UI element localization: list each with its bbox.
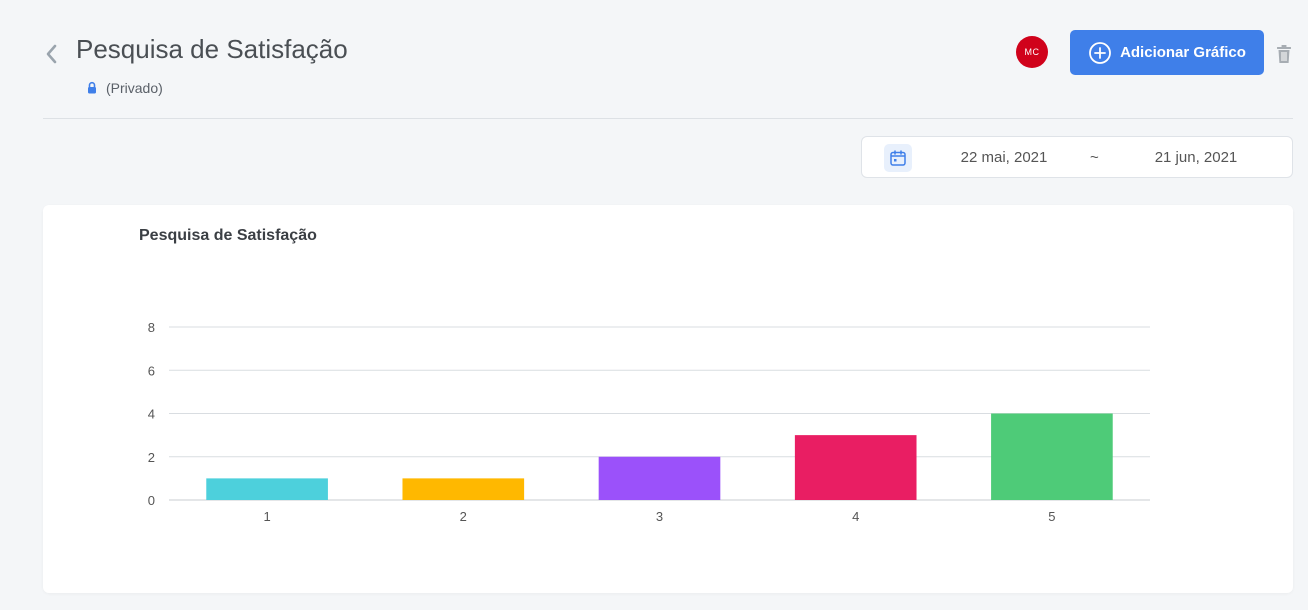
y-tick-label: 0 (148, 493, 155, 508)
bar (991, 413, 1113, 500)
date-end[interactable]: 21 jun, 2021 (1146, 149, 1246, 166)
y-tick-label: 2 (148, 450, 155, 465)
date-separator: ~ (1090, 149, 1099, 166)
x-tick-label: 2 (460, 509, 467, 524)
bar (794, 435, 917, 500)
x-tick-label: 5 (1048, 509, 1055, 524)
y-tick-label: 6 (148, 363, 155, 378)
bar-chart: 0 2 4 6 8 1 2 3 4 5 (148, 320, 1150, 524)
calendar-icon[interactable] (884, 144, 912, 172)
y-tick-label: 8 (148, 320, 155, 335)
bar (598, 456, 721, 500)
date-range-picker[interactable]: 22 mai, 2021 ~ 21 jun, 2021 (861, 136, 1293, 178)
x-tick-label: 3 (656, 509, 663, 524)
header-divider (43, 118, 1293, 119)
chart-card: Pesquisa de Satisfação 0246812345 (43, 205, 1293, 593)
add-chart-label: Adicionar Gráfico (1120, 44, 1246, 61)
page-title: Pesquisa de Satisfação (76, 34, 348, 64)
privacy-label: (Privado) (106, 80, 163, 96)
bar (206, 478, 328, 500)
trash-icon[interactable] (1276, 44, 1292, 64)
plus-circle-icon (1088, 41, 1112, 65)
x-tick-label: 1 (263, 509, 270, 524)
bar (402, 478, 525, 500)
date-start[interactable]: 22 mai, 2021 (954, 149, 1054, 166)
lock-icon (86, 81, 98, 95)
x-tick-label: 4 (852, 509, 859, 524)
page-header: Pesquisa de Satisfação (Privado) MC Adic… (0, 0, 1308, 118)
add-chart-button[interactable]: Adicionar Gráfico (1070, 30, 1264, 75)
chevron-left-icon[interactable] (40, 40, 64, 68)
y-tick-label: 4 (148, 407, 155, 422)
privacy-indicator: (Privado) (86, 80, 163, 96)
avatar[interactable]: MC (1016, 36, 1048, 68)
